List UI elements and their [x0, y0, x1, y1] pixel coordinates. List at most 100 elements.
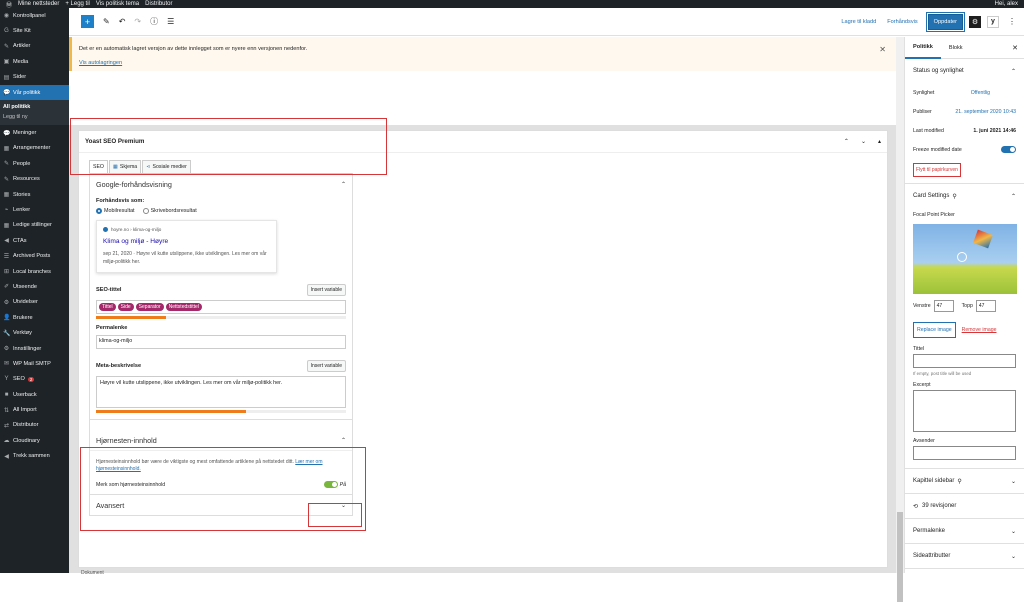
preview-as-label: Forhåndsvis som:: [96, 198, 145, 204]
chevron-up-icon[interactable]: ⌃: [844, 138, 849, 145]
variable-pill[interactable]: Side: [117, 303, 134, 311]
sidebar-item[interactable]: ⚙ Innstillinger: [0, 341, 69, 356]
slug-input[interactable]: klima-og-miljo: [96, 335, 346, 349]
sidebar-item[interactable]: ◀ Trekk sammen: [0, 449, 69, 464]
distributor-icon: ⇄: [3, 422, 10, 429]
seo-title-input[interactable]: Tittel Side Separator Nettstedstittel: [96, 300, 346, 314]
sidebar-item[interactable]: 💬 Vår politikk: [0, 84, 69, 101]
new-link[interactable]: + Legg til: [65, 1, 90, 7]
excerpt-input[interactable]: [913, 390, 1016, 432]
sidebar-item[interactable]: ⇄ Distributor: [0, 418, 69, 433]
card-settings-toggle[interactable]: Card Settings ⚲ ⌃: [905, 184, 1024, 208]
edit-icon[interactable]: ✎: [103, 17, 110, 26]
sidebar-item[interactable]: 🔧 Verktøy: [0, 325, 69, 340]
history-icon: ⟲: [913, 503, 919, 510]
variable-pill[interactable]: Tittel: [99, 303, 116, 311]
preview-button[interactable]: Forhåndsvis: [887, 19, 917, 25]
variable-pill[interactable]: Separator: [135, 303, 164, 311]
sidebar-item[interactable]: ▦ Arrangementer: [0, 141, 69, 156]
add-block-button[interactable]: +: [81, 15, 94, 28]
sidebar-item[interactable]: ⚙ Utvidelser: [0, 295, 69, 310]
scrollbar[interactable]: [896, 37, 904, 602]
sender-input[interactable]: [913, 446, 1016, 460]
info-icon[interactable]: ⓘ: [150, 16, 158, 27]
sidebar-item[interactable]: G Site Kit: [0, 23, 69, 38]
sidebar-item[interactable]: ⊞ Local branches: [0, 264, 69, 279]
save-draft-button[interactable]: Lagre til kladd: [841, 19, 876, 25]
sidebar-item[interactable]: ■ Userback: [0, 387, 69, 402]
chapter-sidebar-toggle[interactable]: Kapittel sidebar ⚲ ⌄: [905, 469, 1024, 493]
greeting[interactable]: Hei, alex: [995, 1, 1018, 7]
focal-point-image[interactable]: [913, 224, 1017, 294]
sidebar-item[interactable]: ▦ Stories: [0, 187, 69, 202]
visibility-value[interactable]: Offentlig: [971, 90, 990, 96]
list-view-icon[interactable]: ☰: [167, 17, 174, 26]
sidebar-item[interactable]: Y SEO 2: [0, 372, 69, 387]
sidebar-item[interactable]: ✉ WP Mail SMTP: [0, 356, 69, 371]
link-icon: ⌁: [4, 207, 9, 214]
chevron-down-icon: ⌄: [1010, 528, 1016, 535]
desktop-radio[interactable]: [142, 208, 149, 214]
sidebar-item[interactable]: ◀ CTAs: [0, 233, 69, 248]
chevron-down-icon[interactable]: ⌄: [861, 138, 866, 145]
my-sites-link[interactable]: Mine nettsteder: [18, 1, 59, 7]
focal-point-marker[interactable]: [957, 252, 967, 262]
yoast-icon[interactable]: y: [987, 15, 999, 28]
insert-variable-button[interactable]: Insert variable: [306, 360, 346, 372]
view-autosave-link[interactable]: Vis autolagringen: [79, 60, 896, 66]
top-input[interactable]: 47: [975, 300, 996, 312]
submenu-item[interactable]: Legg til ny: [0, 112, 69, 122]
google-preview-toggle[interactable]: Google-forhåndsvisning ⌃: [90, 174, 352, 194]
submenu-item[interactable]: All politikk: [0, 102, 69, 112]
meta-description-input[interactable]: Høyre vil kutte utslippene, ikke utvikli…: [96, 376, 346, 408]
sidebar-item[interactable]: ✎ People: [0, 156, 69, 171]
sidebar-item[interactable]: ⇅ All Import: [0, 402, 69, 417]
status-panel-toggle[interactable]: Status og synlighet ⌃: [905, 59, 1024, 83]
sidebar-item[interactable]: ✎ Artikler: [0, 39, 69, 54]
chevron-down-icon: ⌄: [1010, 553, 1016, 560]
sidebar-item[interactable]: ☁ Cloudinary: [0, 433, 69, 448]
sidebar-item[interactable]: ▤ Sider: [0, 70, 69, 85]
sidebar-item[interactable]: ▣ Media: [0, 54, 69, 69]
title-hint: If empty, post title will be used: [913, 371, 972, 376]
publish-value[interactable]: 21. september 2020 10:43: [955, 109, 1016, 115]
close-icon[interactable]: ✕: [1012, 44, 1018, 52]
sidebar-item[interactable]: ◉ Kontrollpanel: [0, 8, 69, 23]
update-button[interactable]: Oppdater: [925, 11, 966, 32]
snippet-description: sep 21, 2020 · Høyre vil kutte utslippen…: [103, 251, 267, 265]
revisions-link[interactable]: ⟲ 39 revisjoner: [905, 494, 1024, 518]
distributor-link[interactable]: Distributor: [145, 1, 172, 7]
meta-label: Meta-beskrivelse: [96, 363, 142, 369]
permalink-panel-toggle[interactable]: Permalenke ⌄: [905, 519, 1024, 543]
sidebar-item[interactable]: ☰ Archived Posts: [0, 248, 69, 263]
mobile-radio[interactable]: [96, 208, 102, 214]
card-title-input[interactable]: [913, 354, 1016, 368]
sidebar-item[interactable]: ▦ Ledige stillinger: [0, 218, 69, 233]
sidebar-item[interactable]: ✐ Utseende: [0, 279, 69, 294]
trash-button[interactable]: Flytt til papirkurven: [913, 163, 961, 177]
sender-label: Avsender: [913, 438, 935, 444]
undo-icon[interactable]: ↶: [119, 17, 126, 26]
insert-variable-button[interactable]: Insert variable: [306, 284, 346, 296]
settings-gear-icon[interactable]: ⚙: [969, 15, 981, 28]
pin-icon: ✎: [3, 176, 10, 183]
tab-document[interactable]: Politikk: [905, 37, 941, 59]
variable-pill[interactable]: Nettstedstittel: [165, 303, 202, 311]
freeze-toggle[interactable]: [1001, 146, 1016, 153]
page-attributes-toggle[interactable]: Sideattributter ⌄: [905, 544, 1024, 568]
close-icon[interactable]: ✕: [879, 45, 886, 54]
sidebar-item[interactable]: ⌁ Lenker: [0, 202, 69, 217]
view-link[interactable]: Vis politisk tema: [96, 1, 139, 7]
tab-block[interactable]: Blokk: [941, 37, 971, 59]
redo-icon[interactable]: ↷: [134, 17, 141, 26]
remove-image-link[interactable]: Remove image: [962, 327, 997, 333]
more-options-icon[interactable]: ⋮: [1008, 17, 1016, 26]
users-icon: 👤: [3, 315, 11, 322]
left-input[interactable]: 47: [933, 300, 954, 312]
sidebar-item[interactable]: 👤 Brukere: [0, 310, 69, 325]
replace-image-button[interactable]: Replace image: [913, 322, 956, 338]
meta-progress: [96, 410, 346, 413]
toggle-arrow-icon[interactable]: ▴: [878, 138, 881, 145]
sidebar-item[interactable]: ✎ Resources: [0, 172, 69, 187]
sidebar-item[interactable]: 💬 Meninger: [0, 125, 69, 140]
